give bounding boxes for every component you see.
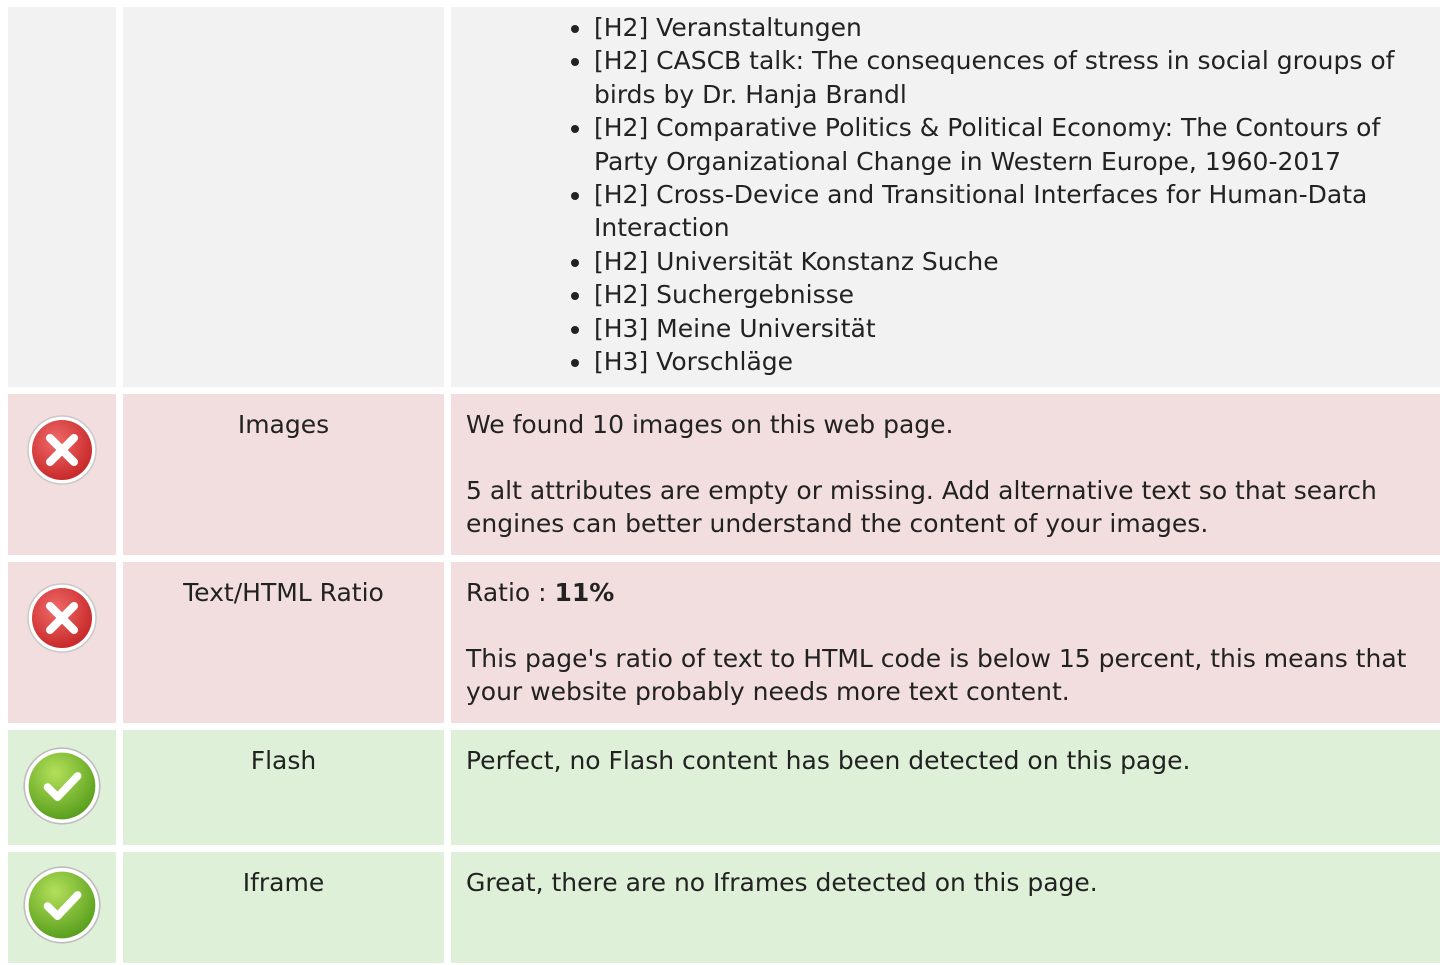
heading-item: [H2] Veranstaltungen bbox=[567, 11, 1426, 44]
seo-report-table: [H2] Veranstaltungen [H2] CASCB talk: Th… bbox=[8, 0, 1440, 963]
ratio-status-cell bbox=[8, 562, 116, 723]
text-html-ratio-row: Text/HTML Ratio Ratio : 11% This page's … bbox=[8, 562, 1440, 723]
heading-item: [H3] Vorschläge bbox=[567, 345, 1426, 378]
heading-item: [H2] Suchergebnisse bbox=[567, 278, 1426, 311]
heading-item: [H2] Cross-Device and Transitional Inter… bbox=[567, 178, 1426, 245]
error-x-icon bbox=[27, 583, 97, 653]
headings-status-cell bbox=[8, 7, 116, 387]
heading-item: [H2] CASCB talk: The consequences of str… bbox=[567, 44, 1426, 111]
ratio-line: Ratio : 11% bbox=[466, 576, 1426, 610]
iframe-text: Great, there are no Iframes detected on … bbox=[466, 868, 1098, 897]
flash-label: Flash bbox=[123, 730, 444, 845]
flash-status-cell bbox=[8, 730, 116, 845]
error-x-icon bbox=[27, 415, 97, 485]
flash-content-cell: Perfect, no Flash content has been detec… bbox=[451, 730, 1440, 845]
headings-content-cell: [H2] Veranstaltungen [H2] CASCB talk: Th… bbox=[451, 7, 1440, 387]
images-label: Images bbox=[123, 394, 444, 555]
heading-item: [H2] Universität Konstanz Suche bbox=[567, 245, 1426, 278]
headings-label-cell bbox=[123, 7, 444, 387]
ratio-content-cell: Ratio : 11% This page's ratio of text to… bbox=[451, 562, 1440, 723]
flash-row: Flash Perfect, no Flash content has been… bbox=[8, 730, 1440, 845]
headings-row: [H2] Veranstaltungen [H2] CASCB talk: Th… bbox=[8, 7, 1440, 387]
ratio-value: 11% bbox=[554, 578, 615, 607]
ratio-prefix: Ratio : bbox=[466, 578, 555, 607]
iframe-row: Iframe Great, there are no Iframes detec… bbox=[8, 852, 1440, 963]
images-content-cell: We found 10 images on this web page. 5 a… bbox=[451, 394, 1440, 555]
iframe-content-cell: Great, there are no Iframes detected on … bbox=[451, 852, 1440, 963]
ratio-explanation: This page's ratio of text to HTML code i… bbox=[466, 643, 1407, 707]
success-check-icon bbox=[23, 866, 101, 944]
images-row: Images We found 10 images on this web pa… bbox=[8, 394, 1440, 555]
heading-item: [H3] Meine Universität bbox=[567, 312, 1426, 345]
headings-list: [H2] Veranstaltungen [H2] CASCB talk: Th… bbox=[466, 11, 1426, 378]
images-found-text: We found 10 images on this web page. bbox=[466, 410, 954, 439]
images-alt-text: 5 alt attributes are empty or missing. A… bbox=[466, 475, 1377, 539]
iframe-status-cell bbox=[8, 852, 116, 963]
iframe-label: Iframe bbox=[123, 852, 444, 963]
ratio-label: Text/HTML Ratio bbox=[123, 562, 444, 723]
images-status-cell bbox=[8, 394, 116, 555]
flash-text: Perfect, no Flash content has been detec… bbox=[466, 746, 1191, 775]
success-check-icon bbox=[23, 747, 101, 825]
heading-item: [H2] Comparative Politics & Political Ec… bbox=[567, 111, 1426, 178]
